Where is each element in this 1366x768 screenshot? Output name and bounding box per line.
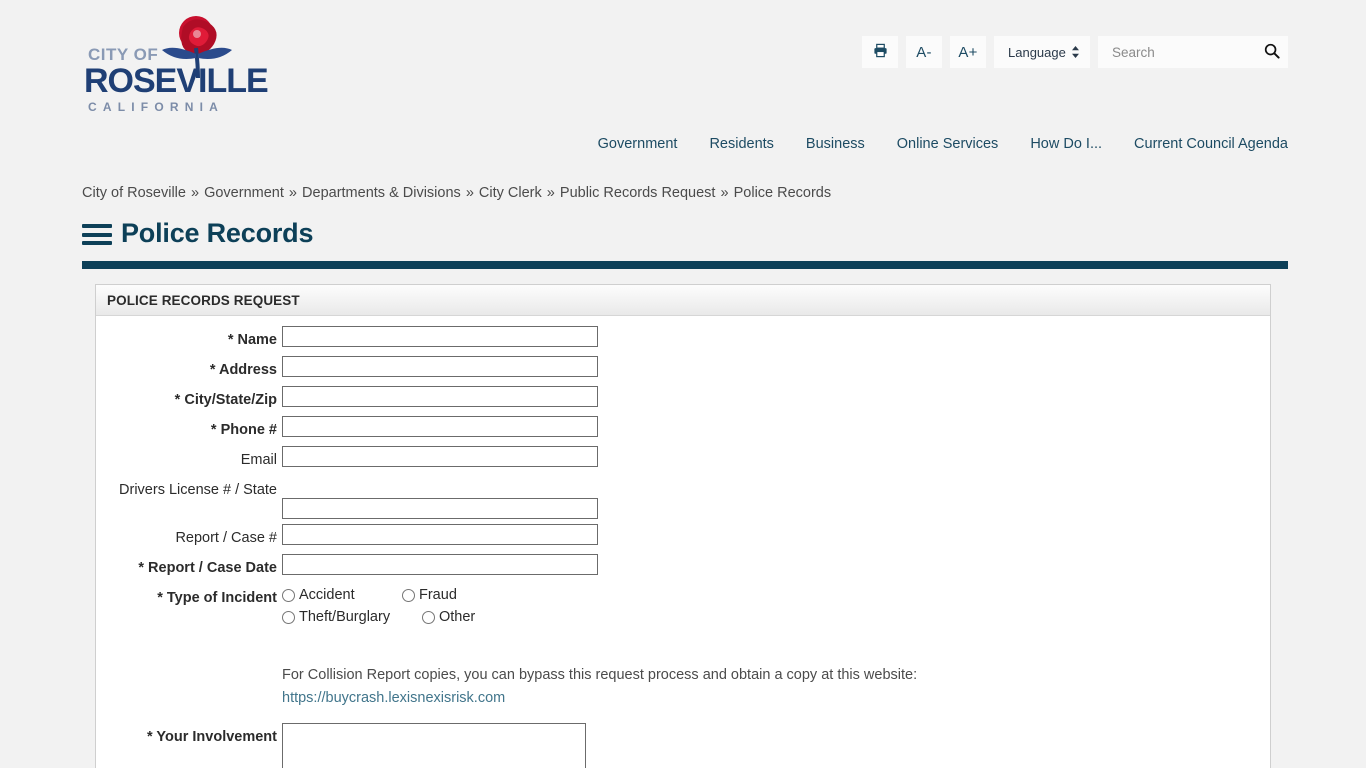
buycrash-link[interactable]: https://buycrash.lexisnexisrisk.com bbox=[282, 690, 505, 706]
site-logo[interactable]: CITY OF ROSEVILLE CALIFORNIA bbox=[80, 14, 312, 114]
print-icon bbox=[873, 43, 888, 62]
print-button[interactable] bbox=[862, 36, 898, 68]
page-title-row: Police Records bbox=[82, 218, 313, 249]
name-input[interactable] bbox=[282, 326, 598, 347]
panel-header: POLICE RECORDS REQUEST bbox=[96, 285, 1270, 316]
field-row-city-state-zip: * City/State/Zip bbox=[96, 386, 1270, 411]
field-row-report-case-date: * Report / Case Date bbox=[96, 554, 1270, 579]
breadcrumb-item-public-records-request[interactable]: Public Records Request bbox=[560, 185, 716, 201]
label-email: Email bbox=[240, 452, 277, 468]
your-involvement-textarea[interactable] bbox=[282, 723, 586, 768]
label-address: * Address bbox=[209, 362, 277, 378]
radio-fraud-label: Fraud bbox=[419, 587, 457, 603]
hamburger-menu-icon[interactable] bbox=[82, 224, 112, 245]
label-drivers-license: Drivers License # / State bbox=[119, 482, 277, 498]
search-icon[interactable] bbox=[1264, 43, 1280, 64]
field-row-email: Email bbox=[96, 446, 1270, 471]
nav-item-residents[interactable]: Residents bbox=[693, 136, 789, 152]
search-input[interactable] bbox=[1110, 43, 1260, 61]
radio-other-input[interactable] bbox=[422, 610, 435, 624]
utility-bar: A- A+ Language bbox=[862, 36, 1288, 68]
report-case-number-input[interactable] bbox=[282, 524, 598, 545]
breadcrumb-item-departments-divisions[interactable]: Departments & Divisions bbox=[302, 185, 461, 201]
language-selector-label: Language bbox=[1008, 44, 1066, 60]
svg-text:CALIFORNIA: CALIFORNIA bbox=[88, 100, 224, 114]
field-row-address: * Address bbox=[96, 356, 1270, 381]
field-row-type-of-incident: * Type of Incident Accident Fraud Theft/… bbox=[96, 584, 1270, 628]
font-increase-button[interactable]: A+ bbox=[950, 36, 986, 68]
police-records-request-panel: POLICE RECORDS REQUEST * Name * Address … bbox=[95, 284, 1271, 768]
label-city-state-zip: * City/State/Zip bbox=[174, 392, 277, 408]
field-row-phone: * Phone # bbox=[96, 416, 1270, 441]
radio-fraud-input[interactable] bbox=[402, 588, 415, 602]
hamburger-bar bbox=[82, 241, 112, 245]
radio-other-label: Other bbox=[439, 609, 476, 625]
radio-option-other[interactable]: Other bbox=[422, 609, 475, 625]
hamburger-bar bbox=[82, 224, 112, 228]
phone-input[interactable] bbox=[282, 416, 598, 437]
collision-notice-text: For Collision Report copies, you can byp… bbox=[282, 667, 918, 683]
breadcrumb-separator: » bbox=[720, 185, 729, 201]
label-type-of-incident: * Type of Incident bbox=[157, 590, 277, 606]
label-report-case-date: * Report / Case Date bbox=[138, 560, 277, 576]
font-decrease-button[interactable]: A- bbox=[906, 36, 942, 68]
field-row-report-case-number: Report / Case # bbox=[96, 524, 1270, 549]
site-header: CITY OF ROSEVILLE CALIFORNIA A- A+ Langu… bbox=[0, 0, 1366, 125]
hamburger-bar bbox=[82, 232, 112, 237]
nav-item-online-services[interactable]: Online Services bbox=[881, 136, 1015, 152]
incident-options-row-2: Theft/Burglary Other bbox=[282, 606, 1270, 628]
label-phone: * Phone # bbox=[210, 422, 277, 438]
collision-notice-row: For Collision Report copies, you can byp… bbox=[96, 664, 1270, 710]
search-box[interactable] bbox=[1098, 36, 1288, 68]
label-name: * Name bbox=[227, 332, 277, 348]
panel-body: * Name * Address * City/State/Zip * Phon… bbox=[96, 316, 1270, 768]
chevron-updown-icon bbox=[1071, 45, 1080, 59]
field-row-your-involvement: * Your Involvement bbox=[96, 723, 1270, 768]
label-your-involvement: * Your Involvement bbox=[147, 729, 277, 745]
radio-option-theft-burglary[interactable]: Theft/Burglary bbox=[282, 609, 422, 625]
breadcrumb-separator: » bbox=[546, 185, 555, 201]
nav-item-government[interactable]: Government bbox=[582, 136, 694, 152]
title-divider bbox=[82, 261, 1288, 269]
page-title: Police Records bbox=[121, 218, 314, 248]
field-row-name: * Name bbox=[96, 326, 1270, 351]
main-navigation: Government Residents Business Online Ser… bbox=[582, 136, 1288, 152]
radio-theft-burglary-label: Theft/Burglary bbox=[299, 609, 391, 625]
report-case-date-input[interactable] bbox=[282, 554, 598, 575]
breadcrumb-separator: » bbox=[288, 185, 297, 201]
radio-accident-label: Accident bbox=[299, 587, 355, 603]
city-state-zip-input[interactable] bbox=[282, 386, 598, 407]
breadcrumb: City of Roseville » Government » Departm… bbox=[82, 185, 831, 201]
breadcrumb-item-city-of-roseville[interactable]: City of Roseville bbox=[82, 185, 186, 201]
breadcrumb-separator: » bbox=[465, 185, 474, 201]
nav-item-current-council-agenda[interactable]: Current Council Agenda bbox=[1118, 136, 1288, 152]
nav-item-business[interactable]: Business bbox=[790, 136, 881, 152]
radio-option-accident[interactable]: Accident bbox=[282, 587, 402, 603]
breadcrumb-item-government[interactable]: Government bbox=[204, 185, 284, 201]
address-input[interactable] bbox=[282, 356, 598, 377]
breadcrumb-separator: » bbox=[190, 185, 200, 201]
page-root: CITY OF ROSEVILLE CALIFORNIA A- A+ Langu… bbox=[0, 0, 1366, 768]
incident-options-row-1: Accident Fraud bbox=[282, 584, 1270, 606]
radio-theft-burglary-input[interactable] bbox=[282, 610, 295, 624]
label-report-case-number: Report / Case # bbox=[175, 530, 277, 546]
language-selector[interactable]: Language bbox=[994, 36, 1090, 68]
notice-label-spacer bbox=[96, 664, 282, 667]
nav-item-how-do-i[interactable]: How Do I... bbox=[1014, 136, 1118, 152]
email-input[interactable] bbox=[282, 446, 598, 467]
collision-notice: For Collision Report copies, you can byp… bbox=[282, 664, 1082, 710]
breadcrumb-item-city-clerk[interactable]: City Clerk bbox=[479, 185, 542, 201]
drivers-license-input[interactable] bbox=[282, 498, 598, 519]
field-row-drivers-license: Drivers License # / State bbox=[96, 476, 1270, 519]
radio-accident-input[interactable] bbox=[282, 588, 295, 602]
breadcrumb-item-police-records[interactable]: Police Records bbox=[734, 185, 832, 201]
radio-option-fraud[interactable]: Fraud bbox=[402, 587, 457, 603]
svg-text:ROSEVILLE: ROSEVILLE bbox=[84, 62, 268, 100]
